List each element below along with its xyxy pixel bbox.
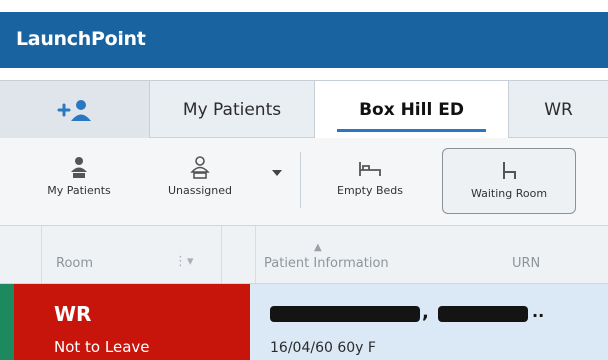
bed-icon — [359, 162, 381, 176]
redaction-bar — [438, 306, 528, 322]
header-status-column — [0, 226, 42, 283]
my-patients-button-label: My Patients — [47, 184, 111, 197]
table-header: Room ⋮▾ ▲ Patient Information URN — [0, 226, 608, 284]
empty-beds-button-label: Empty Beds — [337, 184, 403, 197]
redaction-bar — [270, 306, 420, 322]
chevron-down-icon — [272, 170, 282, 176]
header-spacer-column — [222, 226, 256, 283]
app-titlebar: LaunchPoint — [0, 12, 608, 68]
app-title: LaunchPoint — [16, 28, 146, 50]
unassigned-button-label: Unassigned — [168, 184, 232, 197]
room-note: Not to Leave — [54, 338, 150, 356]
unassigned-button[interactable]: Unassigned — [150, 146, 250, 216]
tab-my-patients[interactable]: My Patients — [150, 81, 314, 138]
header-urn-label: URN — [512, 256, 541, 271]
toolbar-dropdown-button[interactable] — [262, 146, 292, 216]
header-patient-information-label: Patient Information — [264, 256, 389, 271]
waiting-room-button-label: Waiting Room — [470, 187, 548, 200]
name-ellipsis: .. — [532, 302, 545, 321]
header-room-column[interactable]: Room ⋮▾ — [42, 226, 222, 283]
name-separator: , — [422, 302, 429, 323]
chair-icon — [503, 162, 516, 179]
status-strip — [0, 284, 14, 360]
toolbar-separator — [300, 152, 301, 208]
tab-bar: My Patients Box Hill ED WR — [0, 80, 608, 138]
empty-beds-button[interactable]: Empty Beds — [310, 146, 430, 216]
tab-box-hill-ed[interactable]: Box Hill ED — [314, 81, 509, 138]
room-code: WR — [54, 302, 92, 326]
column-filter-icon[interactable]: ⋮▾ — [174, 254, 194, 269]
header-room-label: Room — [56, 256, 94, 271]
sort-ascending-icon: ▲ — [314, 242, 322, 253]
unassigned-user-icon — [190, 156, 210, 179]
room-cell: WR Not to Leave — [14, 284, 250, 360]
active-tab-indicator — [337, 129, 486, 132]
patient-dob-age-sex: 16/04/60 60y F — [270, 340, 376, 356]
add-user-icon — [57, 99, 91, 121]
tab-box-hill-ed-label: Box Hill ED — [359, 99, 464, 120]
toolbar: My Patients Unassigned Empty Beds Waitin… — [0, 138, 608, 226]
patient-name-redacted: , .. — [270, 302, 545, 324]
tab-my-patients-label: My Patients — [182, 99, 282, 120]
header-patient-information[interactable]: ▲ Patient Information — [264, 242, 389, 271]
waiting-room-button[interactable]: Waiting Room — [442, 148, 576, 214]
my-patients-button[interactable]: My Patients — [30, 146, 128, 216]
header-urn[interactable]: URN — [512, 256, 540, 271]
table-row[interactable]: WR Not to Leave , .. 16/04/60 60y F — [0, 284, 608, 360]
patients-icon — [71, 157, 87, 178]
tab-wr[interactable]: WR — [509, 81, 608, 138]
tab-add-patient[interactable] — [0, 81, 150, 138]
tab-wr-label: WR — [544, 99, 573, 120]
top-strip — [0, 0, 608, 12]
titlebar-gap — [0, 68, 608, 80]
